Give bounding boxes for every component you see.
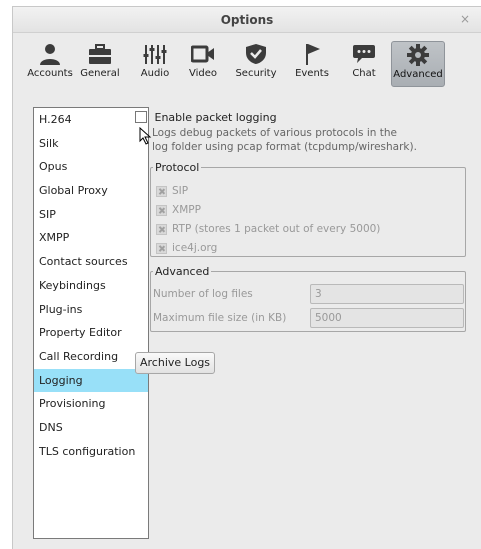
gear-icon xyxy=(407,44,429,66)
toolbar-accounts-button[interactable]: Accounts xyxy=(27,41,73,87)
toolbar-general-button[interactable]: General xyxy=(77,41,123,87)
max-file-size-label: Maximum file size (in KB) xyxy=(153,312,287,324)
protocol-label: SIP xyxy=(172,185,189,197)
sidebar-item-keybindings[interactable]: Keybindings xyxy=(34,274,148,298)
options-sidebar: H.264 Silk Opus Global Proxy SIP XMPP Co… xyxy=(33,107,149,539)
person-icon xyxy=(40,44,60,65)
log-files-label: Number of log files xyxy=(153,288,253,300)
toolbar-label: Video xyxy=(188,68,218,79)
equalizer-icon xyxy=(143,45,167,64)
title-bar: Options × xyxy=(13,7,481,33)
sidebar-item-provisioning[interactable]: Provisioning xyxy=(34,392,148,416)
archive-logs-button[interactable]: Archive Logs xyxy=(135,352,216,374)
enable-packet-logging-checkbox[interactable] xyxy=(135,111,147,123)
sidebar-item-global-proxy[interactable]: Global Proxy xyxy=(34,179,148,203)
protocol-rtp-row[interactable]: RTP (stores 1 packet out of every 5000) xyxy=(156,223,380,239)
protocol-sip-row[interactable]: SIP xyxy=(156,185,188,201)
protocol-legend: Protocol xyxy=(155,161,200,174)
protocol-label: ice4j.org xyxy=(172,242,218,254)
toolbar-label: Accounts xyxy=(27,68,73,79)
toolbar-label: Events xyxy=(295,68,329,79)
sidebar-item-xmpp[interactable]: XMPP xyxy=(34,226,148,250)
logging-panel: Enable packet logging Logs debug packets… xyxy=(135,105,481,549)
shield-icon xyxy=(246,44,266,64)
flag-icon xyxy=(306,44,320,65)
toolbar-events-button[interactable]: Events xyxy=(291,41,333,87)
protocol-ice4j-row[interactable]: ice4j.org xyxy=(156,242,217,258)
options-window: Options × Accounts General Audio Video S… xyxy=(12,6,481,549)
toolbar-chat-button[interactable]: Chat xyxy=(345,41,383,87)
sidebar-item-property-editor[interactable]: Property Editor xyxy=(34,321,148,345)
window-title: Options xyxy=(220,13,274,27)
toolbar-label: General xyxy=(80,68,120,79)
close-button[interactable]: × xyxy=(457,11,473,27)
chat-bubble-icon xyxy=(353,45,375,63)
description-line: Logs debug packets of various protocols … xyxy=(152,127,397,139)
sidebar-item-silk[interactable]: Silk xyxy=(34,132,148,156)
sidebar-item-opus[interactable]: Opus xyxy=(34,155,148,179)
ice4j-checkbox[interactable] xyxy=(156,242,167,254)
protocol-xmpp-row[interactable]: XMPP xyxy=(156,204,201,220)
max-file-size-input[interactable] xyxy=(310,308,464,328)
sidebar-item-sip[interactable]: SIP xyxy=(34,203,148,227)
rtp-checkbox[interactable] xyxy=(156,223,167,235)
protocol-label: XMPP xyxy=(172,204,201,216)
packet-logging-description: Logs debug packets of various protocols … xyxy=(152,126,417,154)
advanced-legend: Advanced xyxy=(155,265,210,278)
enable-packet-logging-row: Enable packet logging xyxy=(135,110,277,124)
log-files-input[interactable] xyxy=(310,284,464,304)
video-camera-icon xyxy=(191,45,214,63)
enable-packet-logging-label[interactable]: Enable packet logging xyxy=(155,111,277,124)
sidebar-item-h264[interactable]: H.264 xyxy=(34,108,148,132)
toolbar-security-button[interactable]: Security xyxy=(231,41,281,87)
toolbar-audio-button[interactable]: Audio xyxy=(135,41,175,87)
description-line: log folder using pcap format (tcpdump/wi… xyxy=(152,141,417,153)
toolbar-label: Security xyxy=(235,68,277,79)
toolbar-video-button[interactable]: Video xyxy=(183,41,223,87)
briefcase-icon xyxy=(89,44,111,64)
toolbar-label: Chat xyxy=(352,68,376,79)
toolbar-label: Advanced xyxy=(393,69,443,80)
sidebar-item-call-recording[interactable]: Call Recording xyxy=(34,345,148,369)
sidebar-item-contact-sources[interactable]: Contact sources xyxy=(34,250,148,274)
toolbar-advanced-button[interactable]: Advanced xyxy=(391,41,445,87)
xmpp-checkbox[interactable] xyxy=(156,204,167,216)
sip-checkbox[interactable] xyxy=(156,185,167,197)
options-toolbar: Accounts General Audio Video Security Ev… xyxy=(27,41,471,93)
mouse-cursor-icon xyxy=(139,127,152,145)
protocol-label: RTP (stores 1 packet out of every 5000) xyxy=(172,223,381,235)
sidebar-item-logging[interactable]: Logging xyxy=(34,368,148,393)
sidebar-item-dns[interactable]: DNS xyxy=(34,416,148,440)
toolbar-label: Audio xyxy=(140,68,170,79)
sidebar-item-tls-configuration[interactable]: TLS configuration xyxy=(34,440,148,464)
sidebar-item-plug-ins[interactable]: Plug-ins xyxy=(34,298,148,322)
